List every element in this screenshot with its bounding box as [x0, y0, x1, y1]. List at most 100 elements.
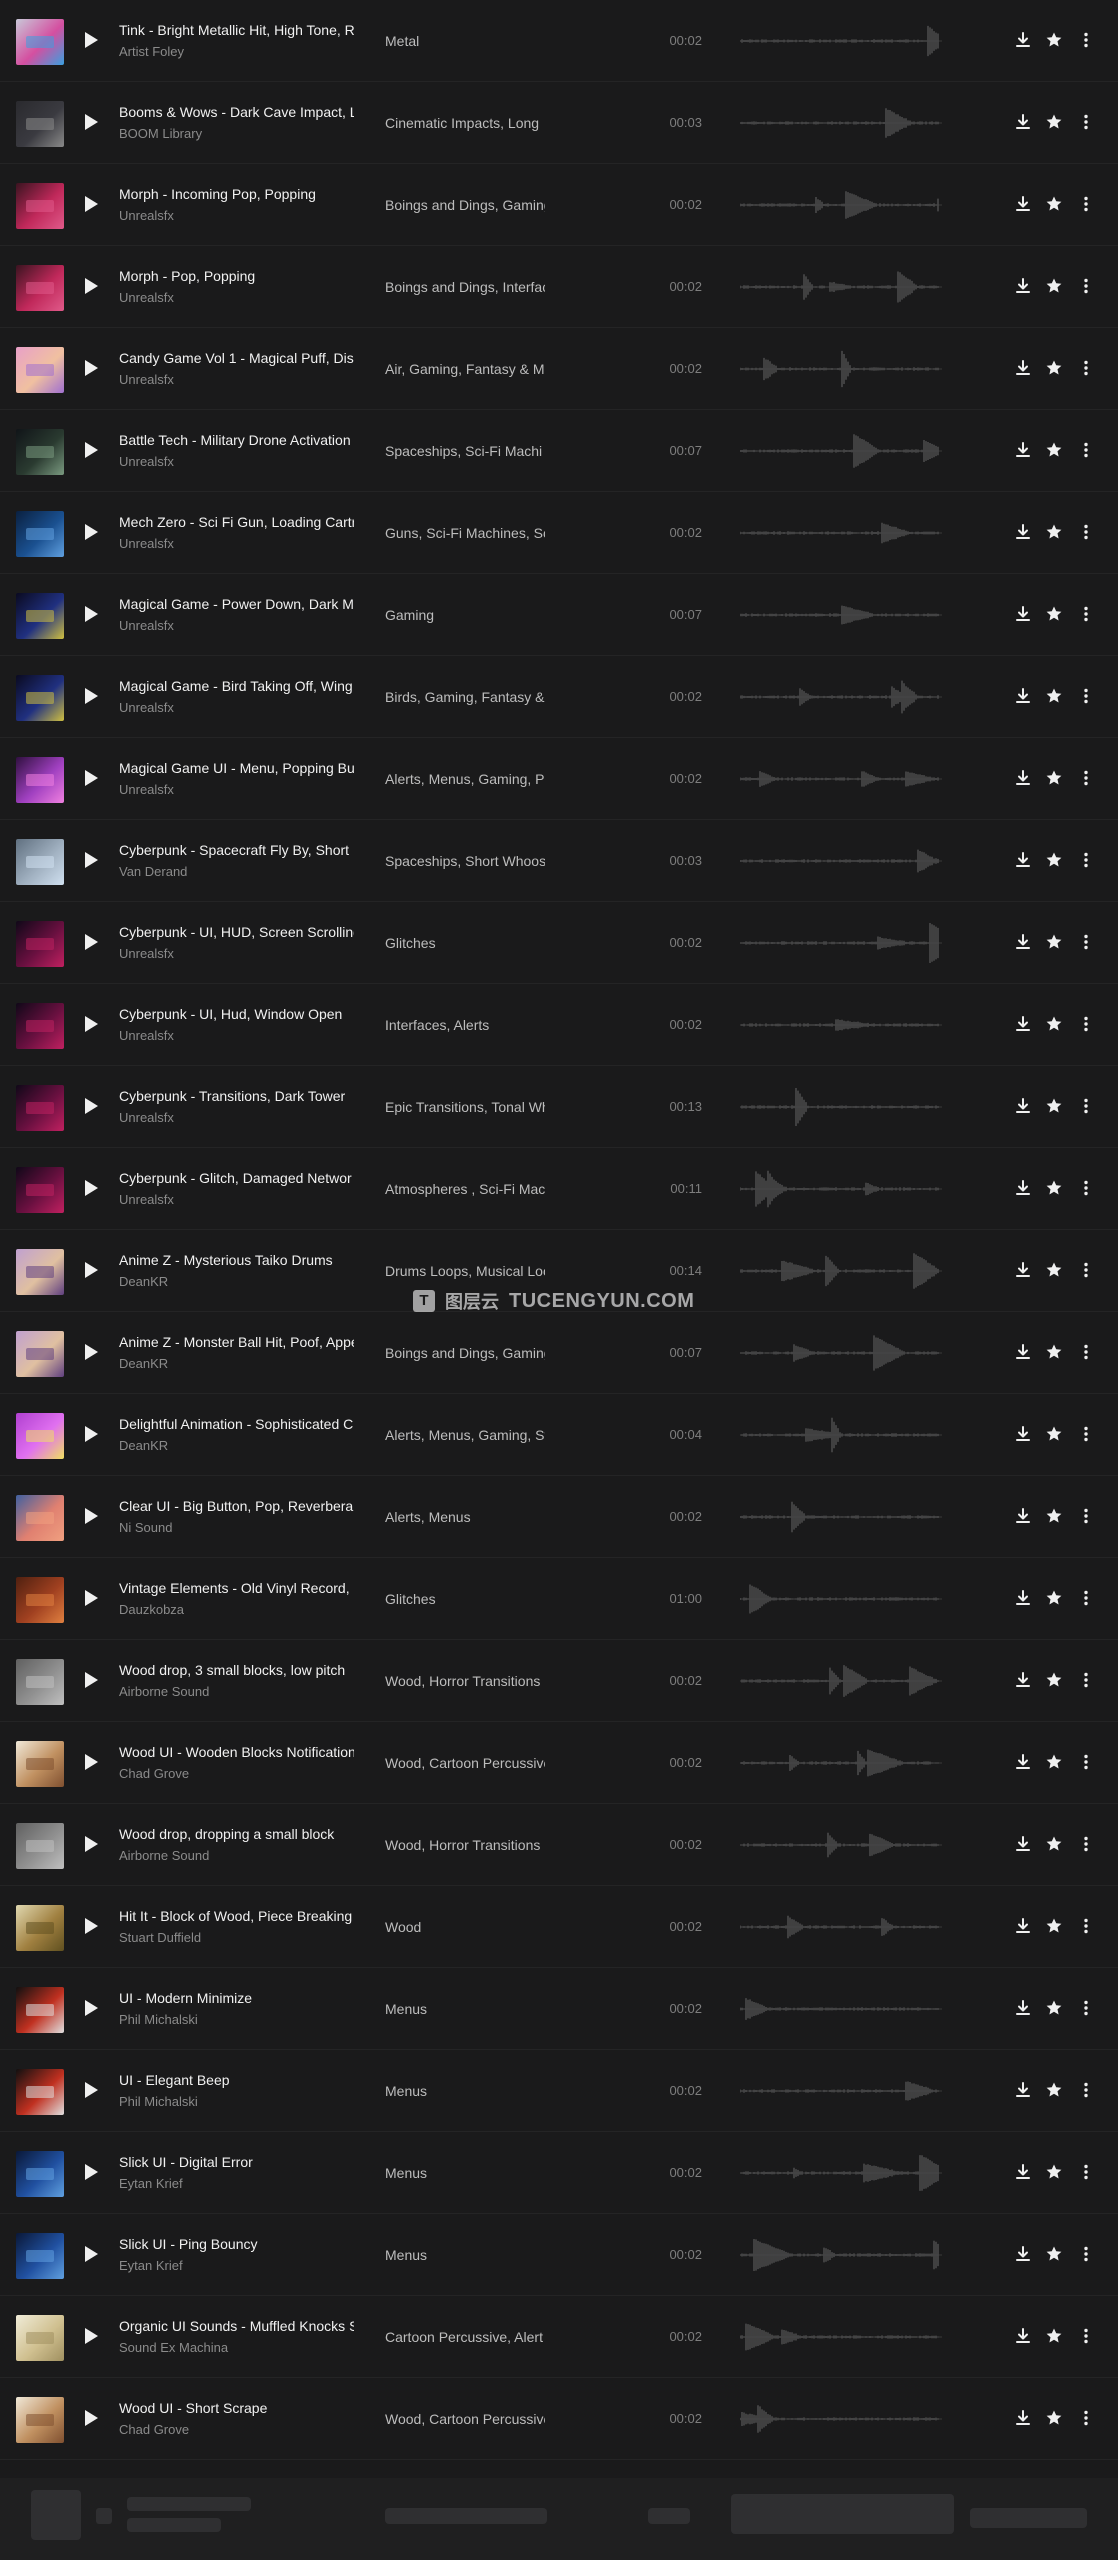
more-options-icon[interactable]	[1077, 1097, 1095, 1115]
track-artist[interactable]: BOOM Library	[119, 126, 354, 141]
track-title[interactable]: Delightful Animation - Sophisticated C	[119, 1416, 354, 1432]
more-options-icon[interactable]	[1077, 113, 1095, 131]
track-artist[interactable]: DeanKR	[119, 1438, 354, 1453]
track-row[interactable]: Mech Zero - Sci Fi Gun, Loading Cartr Unr…	[0, 492, 1118, 574]
track-categories[interactable]: Menus	[385, 2001, 545, 2017]
track-title[interactable]: Magical Game - Power Down, Dark My	[119, 596, 354, 612]
track-categories[interactable]: Wood	[385, 1919, 545, 1935]
more-options-icon[interactable]	[1077, 359, 1095, 377]
more-options-icon[interactable]	[1077, 277, 1095, 295]
more-options-icon[interactable]	[1077, 605, 1095, 623]
track-waveform[interactable]	[740, 99, 945, 147]
download-icon[interactable]	[1014, 2245, 1032, 2263]
play-icon[interactable]	[83, 1835, 99, 1853]
track-categories[interactable]: Wood, Cartoon Percussive	[385, 2411, 545, 2427]
download-icon[interactable]	[1014, 359, 1032, 377]
more-options-icon[interactable]	[1077, 1015, 1095, 1033]
star-icon[interactable]	[1045, 605, 1063, 623]
track-artist[interactable]: Phil Michalski	[119, 2012, 354, 2027]
download-icon[interactable]	[1014, 1507, 1032, 1525]
play-icon[interactable]	[83, 851, 99, 869]
track-categories[interactable]: Guns, Sci-Fi Machines, Sc	[385, 525, 545, 541]
star-icon[interactable]	[1045, 1261, 1063, 1279]
track-categories[interactable]: Gaming	[385, 607, 545, 623]
star-icon[interactable]	[1045, 851, 1063, 869]
track-categories[interactable]: Boings and Dings, Interfac	[385, 279, 545, 295]
more-options-icon[interactable]	[1077, 2163, 1095, 2181]
star-icon[interactable]	[1045, 1671, 1063, 1689]
track-categories[interactable]: Menus	[385, 2247, 545, 2263]
track-categories[interactable]: Epic Transitions, Tonal Wh	[385, 1099, 545, 1115]
track-title[interactable]: Magical Game - Bird Taking Off, Wing	[119, 678, 354, 694]
download-icon[interactable]	[1014, 2081, 1032, 2099]
track-title[interactable]: Wood drop, dropping a small block	[119, 1826, 354, 1842]
track-artist[interactable]: Sound Ex Machina	[119, 2340, 354, 2355]
more-options-icon[interactable]	[1077, 2327, 1095, 2345]
track-waveform[interactable]	[740, 1493, 945, 1541]
play-icon[interactable]	[83, 31, 99, 49]
star-icon[interactable]	[1045, 1015, 1063, 1033]
track-artist[interactable]: Chad Grove	[119, 1766, 354, 1781]
track-categories[interactable]: Birds, Gaming, Fantasy &	[385, 689, 545, 705]
track-title[interactable]: Tink - Bright Metallic Hit, High Tone, R…	[119, 22, 354, 38]
download-icon[interactable]	[1014, 1179, 1032, 1197]
more-options-icon[interactable]	[1077, 1753, 1095, 1771]
track-row[interactable]: Wood drop, 3 small blocks, low pitch Airb…	[0, 1640, 1118, 1722]
track-title[interactable]: Slick UI - Ping Bouncy	[119, 2236, 354, 2252]
track-title[interactable]: Morph - Pop, Popping	[119, 268, 354, 284]
more-options-icon[interactable]	[1077, 933, 1095, 951]
track-title[interactable]: Magical Game UI - Menu, Popping But	[119, 760, 354, 776]
download-icon[interactable]	[1014, 277, 1032, 295]
more-options-icon[interactable]	[1077, 1671, 1095, 1689]
more-options-icon[interactable]	[1077, 1999, 1095, 2017]
track-row[interactable]: Hit It - Block of Wood, Piece Breaking St…	[0, 1886, 1118, 1968]
play-icon[interactable]	[83, 2327, 99, 2345]
star-icon[interactable]	[1045, 1425, 1063, 1443]
track-row[interactable]: Organic UI Sounds - Muffled Knocks S Soun…	[0, 2296, 1118, 2378]
star-icon[interactable]	[1045, 195, 1063, 213]
play-icon[interactable]	[83, 195, 99, 213]
more-options-icon[interactable]	[1077, 2081, 1095, 2099]
track-row[interactable]: Cyberpunk - UI, Hud, Window Open Unrealsf…	[0, 984, 1118, 1066]
track-waveform[interactable]	[740, 837, 945, 885]
track-artist[interactable]: Unrealsfx	[119, 946, 354, 961]
download-icon[interactable]	[1014, 933, 1032, 951]
track-waveform[interactable]	[740, 591, 945, 639]
star-icon[interactable]	[1045, 2163, 1063, 2181]
star-icon[interactable]	[1045, 359, 1063, 377]
star-icon[interactable]	[1045, 113, 1063, 131]
track-title[interactable]: Wood UI - Wooden Blocks Notification	[119, 1744, 354, 1760]
track-row[interactable]: UI - Modern Minimize Phil Michalski Menus 0…	[0, 1968, 1118, 2050]
track-categories[interactable]: Metal	[385, 33, 545, 49]
track-artist[interactable]: Chad Grove	[119, 2422, 354, 2437]
track-waveform[interactable]	[740, 17, 945, 65]
track-title[interactable]: Hit It - Block of Wood, Piece Breaking	[119, 1908, 354, 1924]
star-icon[interactable]	[1045, 1917, 1063, 1935]
download-icon[interactable]	[1014, 2163, 1032, 2181]
track-title[interactable]: Morph - Incoming Pop, Popping	[119, 186, 354, 202]
track-title[interactable]: Cyberpunk - Spacecraft Fly By, Short	[119, 842, 354, 858]
play-icon[interactable]	[83, 277, 99, 295]
track-waveform[interactable]	[740, 2395, 945, 2443]
track-artist[interactable]: Unrealsfx	[119, 1192, 354, 1207]
track-waveform[interactable]	[740, 1575, 945, 1623]
more-options-icon[interactable]	[1077, 195, 1095, 213]
star-icon[interactable]	[1045, 687, 1063, 705]
play-icon[interactable]	[83, 1999, 99, 2017]
star-icon[interactable]	[1045, 2245, 1063, 2263]
track-waveform[interactable]	[740, 427, 945, 475]
track-categories[interactable]: Wood, Cartoon Percussive	[385, 1755, 545, 1771]
track-row[interactable]: Anime Z - Monster Ball Hit, Poof, Appe De…	[0, 1312, 1118, 1394]
track-title[interactable]: Clear UI - Big Button, Pop, Reverberan	[119, 1498, 354, 1514]
download-icon[interactable]	[1014, 1753, 1032, 1771]
track-waveform[interactable]	[740, 2313, 945, 2361]
download-icon[interactable]	[1014, 1425, 1032, 1443]
more-options-icon[interactable]	[1077, 1589, 1095, 1607]
track-categories[interactable]: Spaceships, Sci-Fi Machi	[385, 443, 545, 459]
track-waveform[interactable]	[740, 181, 945, 229]
track-row[interactable]: Magical Game - Power Down, Dark My Unreal…	[0, 574, 1118, 656]
track-artist[interactable]: Dauzkobza	[119, 1602, 354, 1617]
track-artist[interactable]: Unrealsfx	[119, 290, 354, 305]
more-options-icon[interactable]	[1077, 1343, 1095, 1361]
download-icon[interactable]	[1014, 687, 1032, 705]
